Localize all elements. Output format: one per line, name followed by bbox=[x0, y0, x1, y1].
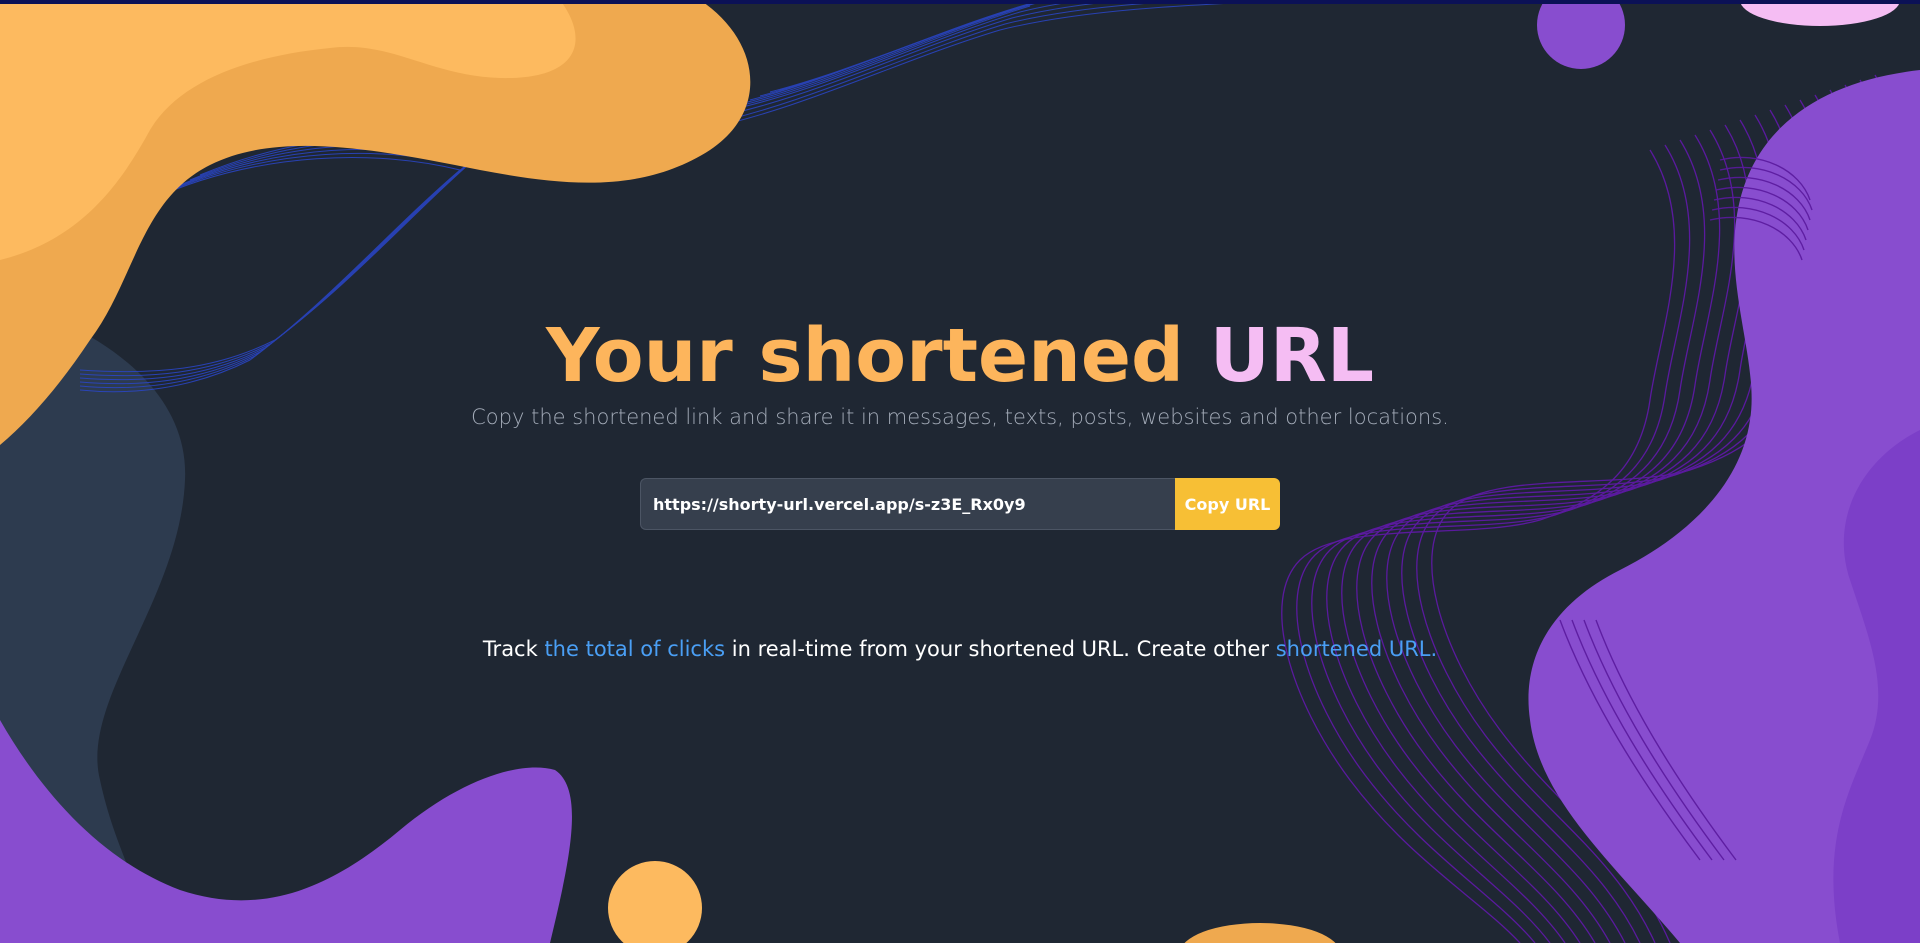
title-part-2: URL bbox=[1209, 313, 1375, 399]
track-text: Track the total of clicks in real-time f… bbox=[0, 635, 1920, 663]
shortened-url-link[interactable]: shortened URL. bbox=[1276, 637, 1437, 661]
total-clicks-link[interactable]: the total of clicks bbox=[544, 637, 725, 661]
track-prefix: Track bbox=[482, 637, 545, 661]
main-content: Your shortened URL Copy the shortened li… bbox=[0, 0, 1920, 943]
url-input-group: Copy URL bbox=[640, 478, 1280, 530]
track-middle: in real-time from your shortened URL. Cr… bbox=[725, 637, 1276, 661]
top-bar bbox=[0, 0, 1920, 4]
page-stage: Your shortened URL Copy the shortened li… bbox=[0, 0, 1920, 943]
page-title: Your shortened URL bbox=[0, 308, 1920, 404]
title-part-1: Your shortened bbox=[545, 313, 1210, 399]
page-subtitle: Copy the shortened link and share it in … bbox=[471, 405, 1449, 429]
copy-url-button[interactable]: Copy URL bbox=[1175, 478, 1280, 530]
shortened-url-input[interactable] bbox=[640, 478, 1175, 530]
